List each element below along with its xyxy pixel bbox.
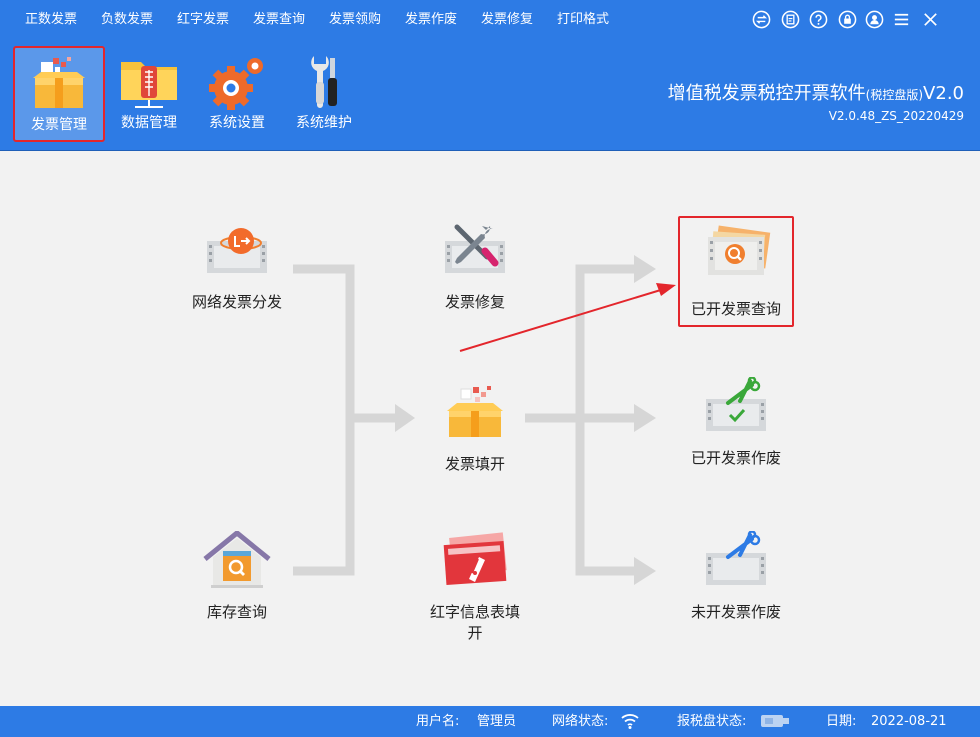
node-label: 红字信息表填开	[429, 603, 520, 642]
tool-label: 系统设置	[209, 115, 265, 131]
status-date-value: 2022-08-21	[871, 714, 947, 729]
status-date-label: 日期:	[826, 714, 857, 729]
tool-invoice-management[interactable]: 发票管理	[13, 46, 105, 142]
status-network-label: 网络状态:	[552, 714, 609, 729]
tool-label: 系统维护	[296, 115, 352, 131]
invoice-box-icon	[439, 383, 511, 445]
usb-disk-icon	[760, 713, 790, 734]
node-blank-void[interactable]: 未开发票作废	[666, 531, 806, 631]
warehouse-search-icon	[201, 531, 273, 593]
node-invoice-repair[interactable]: 发票修复	[405, 221, 545, 321]
node-label: 发票填开	[444, 455, 505, 473]
tool-label: 数据管理	[121, 115, 177, 131]
app-edition: (税控盘版)	[865, 88, 924, 102]
tool-label: 发票管理	[31, 117, 87, 133]
wifi-icon	[620, 712, 640, 735]
menu-invoice-repair[interactable]: 发票修复	[481, 11, 533, 29]
menu-negative-invoice[interactable]: 负数发票	[101, 11, 153, 29]
switch-icon[interactable]	[752, 10, 771, 29]
status-bar: 用户名: 管理员 网络状态: 报税盘状态: 日期: 2022-08-21	[0, 706, 980, 737]
node-inventory-query[interactable]: 库存查询	[167, 531, 307, 631]
tool-system-settings[interactable]: 系统设置	[191, 46, 283, 142]
node-label: 网络发票分发	[191, 293, 282, 311]
close-icon[interactable]	[921, 10, 940, 29]
menu-bar: 正数发票 负数发票 红字发票 发票查询 发票领购 发票作废 发票修复 打印格式	[0, 0, 980, 40]
node-label: 已开发票作废	[690, 449, 781, 467]
invoice-box-icon	[27, 54, 91, 114]
gear-icon	[205, 52, 269, 112]
scissors-check-icon	[700, 377, 772, 439]
status-disk-label: 报税盘状态:	[677, 714, 747, 729]
menu-print-format[interactable]: 打印格式	[557, 11, 609, 29]
node-red-info-fill[interactable]: 红字信息表填开	[405, 531, 545, 651]
network-send-icon	[201, 221, 273, 283]
data-folder-icon	[117, 52, 181, 112]
wrench-screwdriver-icon	[439, 221, 511, 283]
lock-icon[interactable]	[838, 10, 857, 29]
app-build: V2.0.48_ZS_20220429	[828, 109, 964, 123]
red-form-pen-icon	[439, 531, 511, 593]
node-issued-query[interactable]: 已开发票查询	[678, 216, 794, 327]
app-title-name: 增值税发票税控开票软件	[667, 83, 866, 104]
node-label: 未开发票作废	[690, 603, 781, 621]
user-icon[interactable]	[865, 10, 884, 29]
tools-icon	[292, 52, 356, 112]
node-invoice-fill[interactable]: 发票填开	[405, 383, 545, 483]
menu-positive-invoice[interactable]: 正数发票	[25, 11, 77, 29]
toolbar: 发票管理 数据管理 系统设置 系统维护 增值税发票税控开票软件(税控盘版)V2.…	[0, 40, 980, 151]
app-version-short: V2.0	[923, 83, 964, 104]
menu-invoice-purchase[interactable]: 发票领购	[329, 11, 381, 29]
status-user-value: 管理员	[477, 714, 517, 729]
clipboard-icon[interactable]	[781, 10, 800, 29]
node-network-distribute[interactable]: 网络发票分发	[167, 221, 307, 321]
help-icon[interactable]	[809, 10, 828, 29]
menu-invoice-void[interactable]: 发票作废	[405, 11, 457, 29]
menu-invoice-query[interactable]: 发票查询	[253, 11, 305, 29]
tool-system-maintenance[interactable]: 系统维护	[278, 46, 370, 142]
node-label: 已开发票查询	[690, 300, 781, 318]
status-user-label: 用户名:	[416, 714, 460, 729]
invoice-search-icon	[700, 221, 772, 283]
tool-data-management[interactable]: 数据管理	[103, 46, 195, 142]
main-flow-area: 网络发票分发 发票修复 已开发票查询 发票填开 已开发票作废 库存查询 红字信息…	[0, 151, 980, 706]
node-label: 库存查询	[206, 603, 267, 621]
node-label: 发票修复	[444, 293, 505, 311]
menu-red-invoice[interactable]: 红字发票	[177, 11, 229, 29]
app-title: 增值税发票税控开票软件(税控盘版)V2.0	[668, 82, 964, 107]
scissors-icon	[700, 531, 772, 593]
menu-icon[interactable]	[892, 10, 911, 29]
node-issued-void[interactable]: 已开发票作废	[666, 377, 806, 477]
